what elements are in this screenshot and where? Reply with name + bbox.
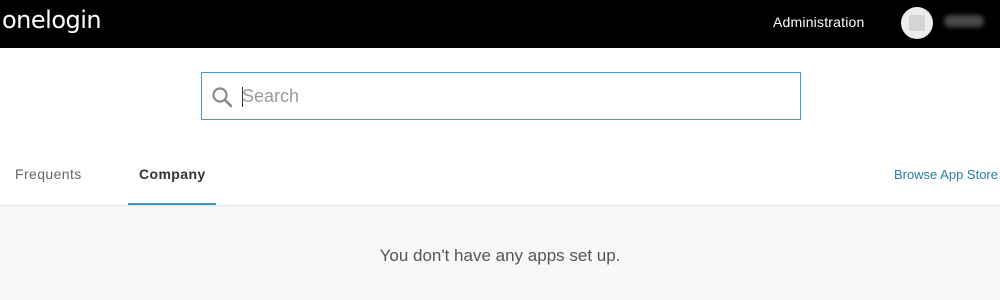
browse-app-store-link[interactable]: Browse App Store bbox=[894, 167, 998, 182]
onelogin-logo[interactable]: onelogin bbox=[2, 6, 102, 34]
text-cursor bbox=[242, 87, 243, 107]
search-box[interactable] bbox=[201, 72, 801, 120]
search-input[interactable] bbox=[242, 81, 792, 111]
tab-company[interactable]: Company bbox=[139, 166, 206, 182]
empty-state-message: You don't have any apps set up. bbox=[379, 246, 621, 265]
tab-frequents[interactable]: Frequents bbox=[15, 166, 82, 182]
avatar-placeholder-icon bbox=[909, 15, 925, 31]
administration-link[interactable]: Administration bbox=[773, 14, 865, 30]
avatar[interactable] bbox=[901, 7, 933, 39]
apps-content-area: You don't have any apps set up. bbox=[0, 206, 1000, 300]
user-name-blurred[interactable] bbox=[944, 15, 984, 27]
top-navigation-bar: onelogin Administration bbox=[0, 0, 1000, 48]
search-icon bbox=[212, 87, 233, 108]
